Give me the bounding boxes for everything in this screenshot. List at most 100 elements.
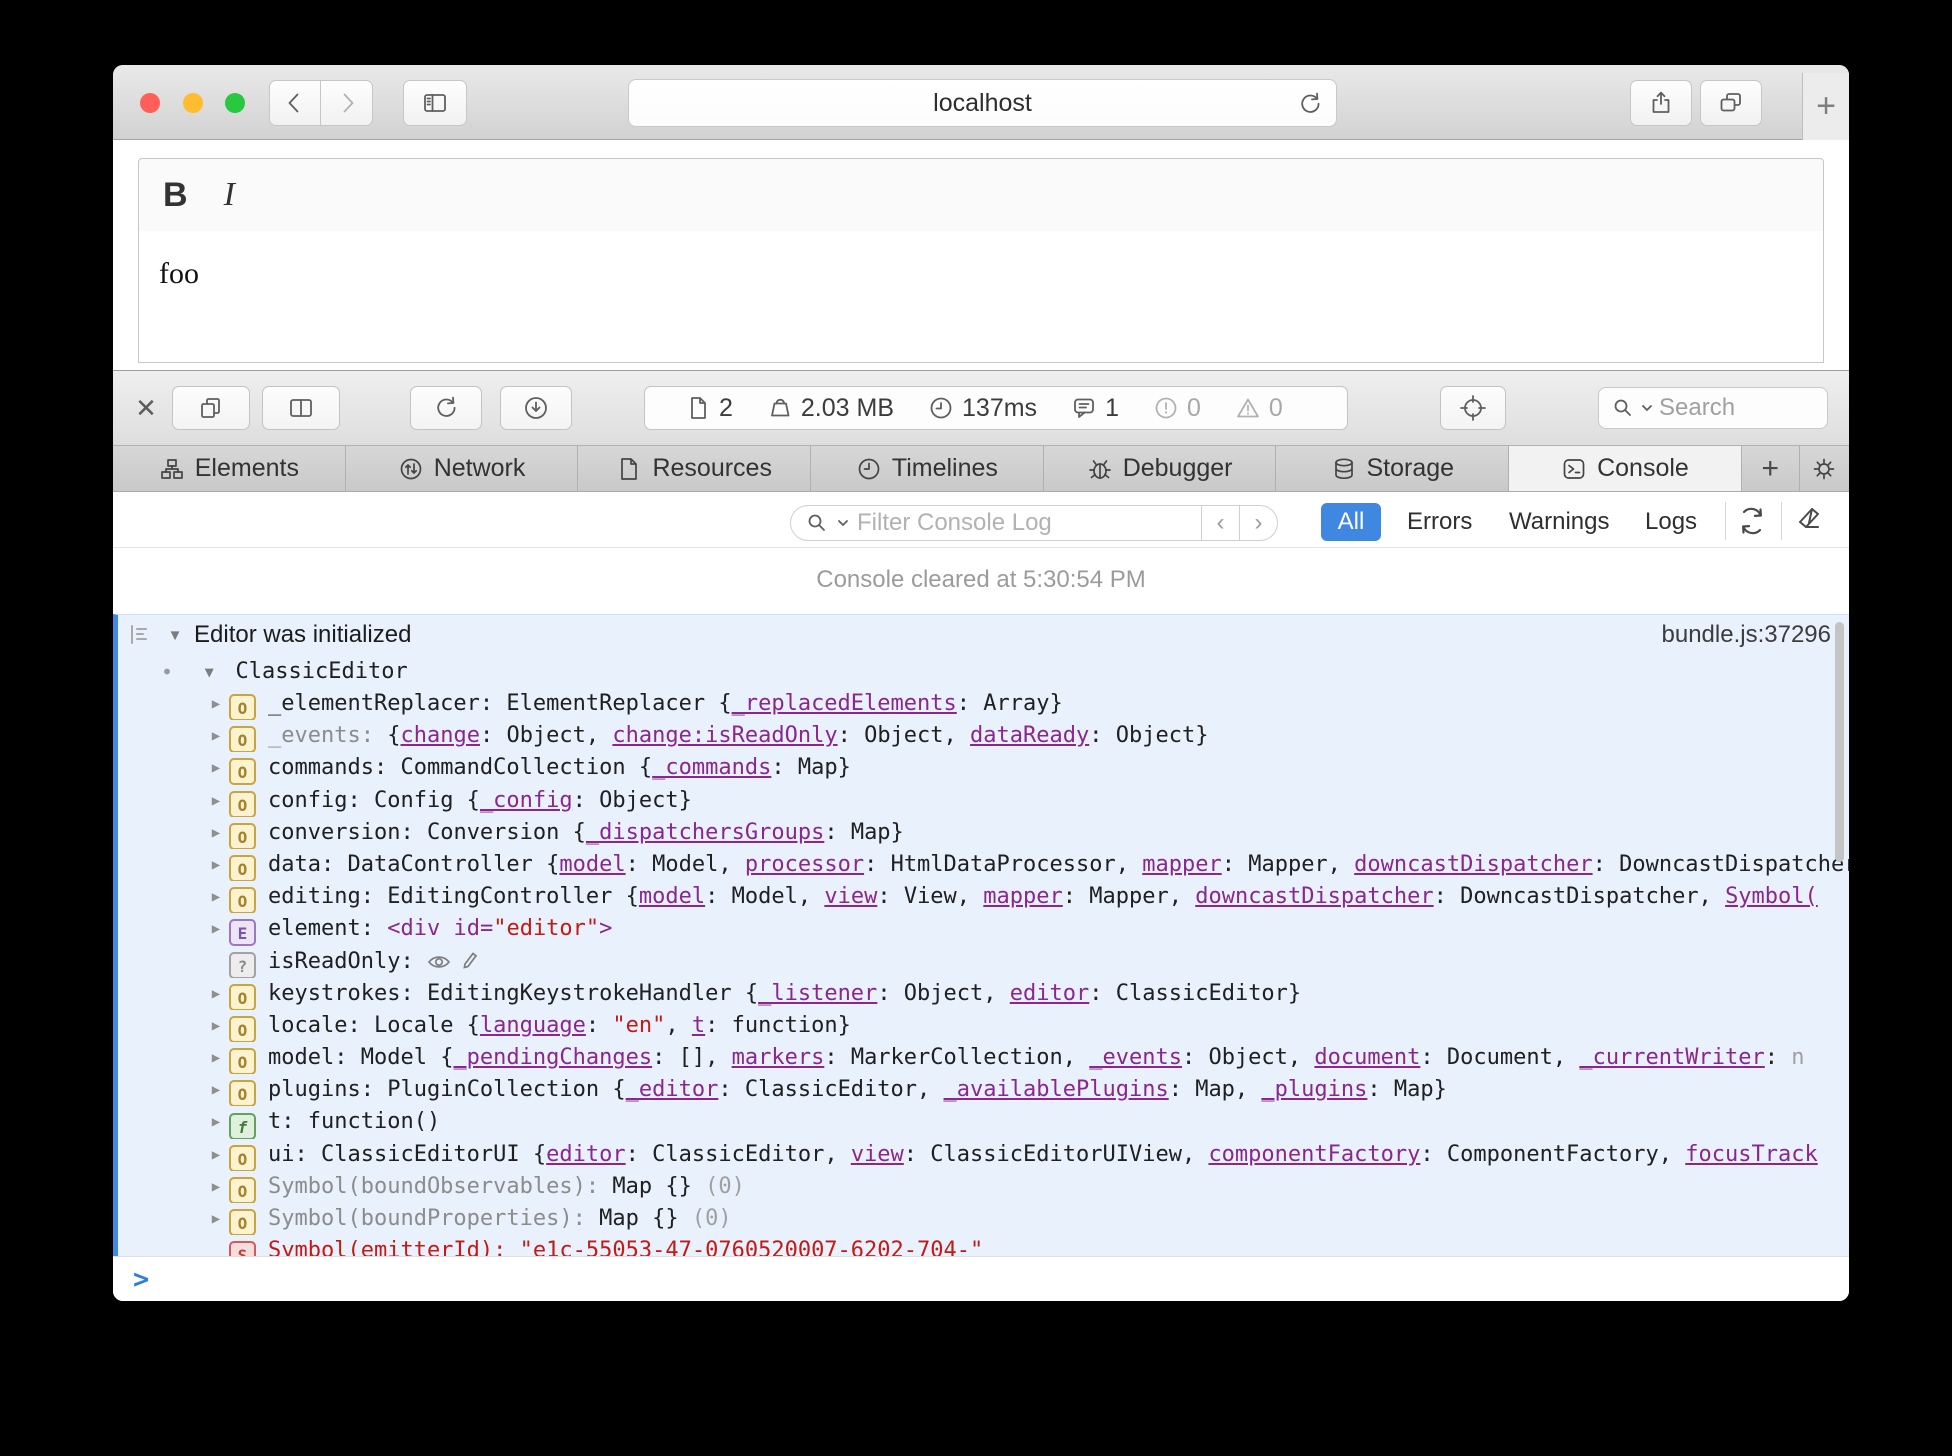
- tab-console[interactable]: Console: [1509, 446, 1742, 491]
- disclosure-closed-icon[interactable]: ▶: [203, 688, 229, 720]
- disclosure-closed-icon[interactable]: ▶: [203, 752, 229, 784]
- new-tab-button[interactable]: +: [1802, 73, 1849, 140]
- pencil-icon[interactable]: [461, 949, 479, 978]
- editor-content[interactable]: foo: [138, 231, 1824, 363]
- preserve-log-button[interactable]: [1735, 504, 1769, 543]
- stat-documents[interactable]: 2: [685, 394, 733, 423]
- inspector-search-field[interactable]: Search: [1598, 387, 1828, 429]
- disclosure-closed-icon[interactable]: ▶: [203, 817, 229, 849]
- disclosure-open-icon[interactable]: ▼: [196, 656, 222, 689]
- disclosure-closed-icon[interactable]: ▶: [203, 978, 229, 1010]
- tab-storage[interactable]: Storage: [1276, 446, 1510, 491]
- tab-debugger[interactable]: Debugger: [1044, 446, 1277, 491]
- disclosure-closed-icon[interactable]: ▶: [203, 1171, 229, 1203]
- find-previous-button[interactable]: ‹: [1201, 506, 1239, 540]
- close-window-button[interactable]: [140, 93, 160, 113]
- history-nav-group: [269, 80, 373, 126]
- console-object-row[interactable]: ▶ Oconfig: Config {_config: Object}: [118, 785, 1849, 817]
- share-button[interactable]: [1630, 80, 1692, 126]
- console-object-row[interactable]: ▶ Oconversion: Conversion {_dispatchersGr…: [118, 817, 1849, 849]
- new-inspector-tab-button[interactable]: +: [1742, 446, 1800, 491]
- disclosure-closed-icon[interactable]: ▶: [203, 1010, 229, 1042]
- close-inspector-button[interactable]: ✕: [131, 393, 161, 424]
- type-badge: S: [229, 1241, 256, 1256]
- scope-warnings-button[interactable]: Warnings: [1495, 503, 1623, 541]
- reload-page-button[interactable]: [1296, 90, 1324, 123]
- find-next-button[interactable]: ›: [1239, 506, 1277, 540]
- eye-icon[interactable]: [427, 949, 451, 978]
- stat-memory[interactable]: 2.03 MB: [767, 394, 894, 423]
- source-link[interactable]: bundle.js:37296: [1662, 621, 1831, 649]
- detach-inspector-button[interactable]: [172, 386, 250, 430]
- inspector-settings-button[interactable]: [1800, 446, 1849, 491]
- tab-resources[interactable]: Resources: [578, 446, 812, 491]
- console-object-row[interactable]: ▶ f t: function(): [118, 1106, 1849, 1139]
- console-object-row[interactable]: ▶ Eelement: <div id="editor">: [118, 913, 1849, 946]
- console-object-row[interactable]: S Symbol(emitterId): "e1c-55053-47-076052…: [118, 1235, 1849, 1256]
- stat-warnings[interactable]: 0: [1235, 394, 1283, 423]
- sidebar-toggle-button[interactable]: [403, 80, 467, 126]
- tab-elements[interactable]: Elements: [113, 446, 346, 491]
- url-field[interactable]: localhost: [628, 79, 1337, 127]
- scope-errors-button[interactable]: Errors: [1393, 503, 1486, 541]
- download-button[interactable]: [500, 386, 572, 430]
- console-object-row[interactable]: ▶ O _events: {change: Object, change:isRea…: [118, 720, 1849, 753]
- console-object-row[interactable]: ▶ Odata: DataController {model: Model, pr…: [118, 849, 1849, 882]
- italic-button[interactable]: I: [224, 176, 235, 214]
- log-entry-header[interactable]: ▼ Editor was initialized bundle.js:37296: [118, 615, 1849, 655]
- console-object-row[interactable]: ▶ O Symbol(boundProperties): Map {} (0): [118, 1203, 1849, 1236]
- element-picker-button[interactable]: [1440, 386, 1506, 430]
- disclosure-closed-icon[interactable]: ▶: [203, 913, 229, 945]
- tab-timelines[interactable]: Timelines: [811, 446, 1044, 491]
- stat-load-time[interactable]: 137ms: [928, 394, 1037, 423]
- tab-network[interactable]: Network: [346, 446, 579, 491]
- console-object-row[interactable]: ▶ O Symbol(boundObservables): Map {} (0): [118, 1171, 1849, 1203]
- code-segment: _editor: [625, 1077, 719, 1103]
- filter-console-field[interactable]: Filter Console Log ‹ ›: [790, 505, 1278, 541]
- minimize-window-button[interactable]: [183, 93, 203, 113]
- zoom-window-button[interactable]: [225, 93, 245, 113]
- console-tree: ▶ O _elementReplacer: ElementReplacer {_re…: [118, 688, 1849, 1256]
- console-scrollbar-thumb[interactable]: [1835, 622, 1844, 862]
- disclosure-closed-icon[interactable]: ▶: [203, 1106, 229, 1138]
- disclosure-closed-icon[interactable]: ▶: [203, 1074, 229, 1106]
- web-inspector: ✕ 2 2.03 MB 137ms 1 0 0 Search Elements …: [113, 370, 1849, 1301]
- console-object-row[interactable]: ▶ Oplugins: PluginCollection {_editor: Cl…: [118, 1074, 1849, 1107]
- back-button[interactable]: [269, 80, 321, 126]
- code-segment: PluginCollection {: [387, 1077, 626, 1103]
- stat-errors[interactable]: 0: [1153, 394, 1201, 423]
- disclosure-closed-icon[interactable]: ▶: [203, 849, 229, 881]
- reload-button[interactable]: [410, 386, 482, 430]
- console-object-row[interactable]: ▶ Olocale: Locale {language: "en", t: fun…: [118, 1010, 1849, 1043]
- download-icon: [525, 397, 547, 419]
- forward-button[interactable]: [321, 80, 373, 126]
- dock-side-button[interactable]: [262, 386, 340, 430]
- scope-all-button[interactable]: All: [1321, 503, 1381, 541]
- disclosure-closed-icon[interactable]: ▶: [203, 1139, 229, 1171]
- clear-console-button[interactable]: [1793, 504, 1829, 543]
- disclosure-closed-icon[interactable]: ▶: [203, 881, 229, 913]
- disclosure-closed-icon[interactable]: ▶: [203, 720, 229, 752]
- code-segment: "editor": [493, 916, 600, 942]
- code-segment: : Mapper,: [1062, 884, 1196, 910]
- console-object-row[interactable]: ▶ O _elementReplacer: ElementReplacer {_re…: [118, 688, 1849, 721]
- console-object-row[interactable]: ▶ Ocommands: CommandCollection {_commands…: [118, 752, 1849, 785]
- scope-logs-button[interactable]: Logs: [1631, 503, 1711, 541]
- disclosure-closed-icon[interactable]: ▶: [203, 1042, 229, 1074]
- console-object-row[interactable]: ▶ Oediting: EditingController {model: Mod…: [118, 881, 1849, 914]
- disclosure-closed-icon[interactable]: ▶: [203, 785, 229, 817]
- object-root-row[interactable]: • ▼ ClassicEditor: [118, 655, 1849, 688]
- tab-overview-button[interactable]: [1700, 80, 1762, 126]
- code-segment: : Model,: [705, 884, 825, 910]
- stat-console-messages[interactable]: 1: [1071, 394, 1119, 423]
- console-object-row[interactable]: ▶ Okeystrokes: EditingKeystrokeHandler {_…: [118, 978, 1849, 1010]
- console-object-row[interactable]: ? isReadOnly:: [118, 946, 1849, 978]
- disclosure-closed-icon[interactable]: ▶: [203, 1203, 229, 1235]
- console-object-row[interactable]: ▶ Omodel: Model {_pendingChanges: [], mar…: [118, 1042, 1849, 1075]
- disclosure-open-icon[interactable]: ▼: [162, 627, 188, 644]
- bold-button[interactable]: B: [163, 176, 188, 215]
- type-badge: f: [229, 1112, 256, 1139]
- console-object-row[interactable]: ▶ Oui: ClassicEditorUI {editor: ClassicEd…: [118, 1139, 1849, 1171]
- console-prompt[interactable]: >: [113, 1256, 1849, 1301]
- code-segment: Symbol(boundObservables):: [268, 1173, 613, 1199]
